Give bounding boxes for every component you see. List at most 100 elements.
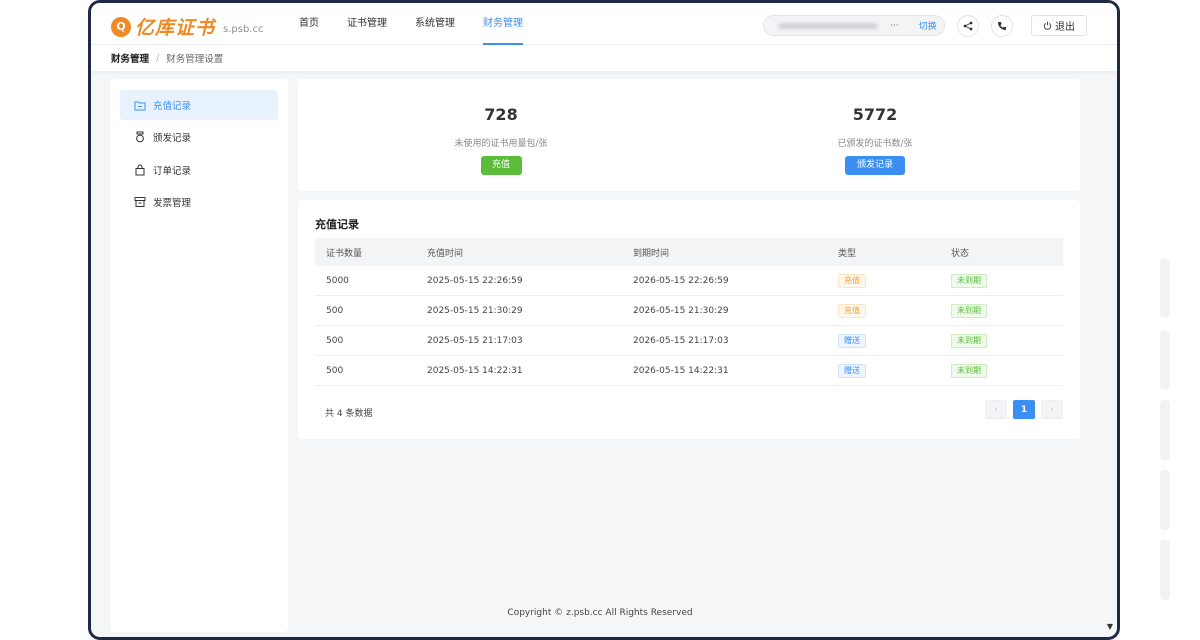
scroll-down-icon[interactable]: ▼ [1107,622,1113,631]
logo[interactable]: Q 亿库证书 s.psb.cc [111,13,263,40]
account-switcher[interactable]: ··· 切换 [763,15,945,36]
column-header: 充值时间 [427,248,464,259]
background-decoration [1160,258,1170,318]
cell-recharge-time: 2025-05-15 21:30:29 [427,305,523,316]
total-count: 共 4 条数据 [325,409,373,419]
stat-issued: 5772 已颁发的证书数/张 颁发记录 [775,79,975,175]
status-badge: 未到期 [951,303,987,318]
top-navbar: Q 亿库证书 s.psb.cc 首页 证书管理 系统管理 财务管理 ··· 切换 [91,3,1117,45]
sidebar-item-label: 发票管理 [153,198,192,209]
sidebar-item-order-records[interactable]: 订单记录 [120,155,278,185]
power-icon [1043,21,1052,30]
cell-recharge-time: 2025-05-15 21:17:03 [427,335,523,346]
stat-unused-label: 未使用的证书用量包/张 [454,139,548,149]
records-table: 证书数量 充值时间 到期时间 类型 状态 5000 2025-05-15 22:… [315,238,1063,386]
type-badge: 充值 [838,273,866,288]
logo-text: 亿库证书 [135,17,216,39]
logo-domain: s.psb.cc [223,23,264,35]
recharge-button[interactable]: 充值 [480,156,522,175]
nav-certificate-management[interactable]: 证书管理 [347,3,387,45]
status-badge: 未到期 [951,333,987,348]
footer-copyright: Copyright © z.psb.cc All Rights Reserved [507,608,693,618]
share-icon [963,21,973,31]
cell-quantity: 500 [326,335,344,346]
cell-type: 充值 [838,273,951,288]
cell-type: 充值 [838,303,951,318]
stat-unused-value: 728 [484,105,518,124]
cell-type: 赠送 [838,363,951,378]
table-row: 5000 2025-05-15 22:26:59 2026-05-15 22:2… [315,266,1063,296]
sidebar-item-label: 充值记录 [153,101,192,112]
phone-button[interactable] [991,15,1013,37]
nav-system-management[interactable]: 系统管理 [415,3,455,45]
background-decoration [1160,470,1170,530]
account-more: ··· [890,20,899,31]
type-badge: 赠送 [838,363,866,378]
stat-issued-value: 5772 [852,105,898,124]
issue-records-button[interactable]: 颁发记录 [845,156,905,175]
page-1-button[interactable]: 1 [1013,400,1035,419]
bag-icon [134,164,146,176]
column-header: 证书数量 [326,248,363,259]
stat-issued-label: 已颁发的证书数/张 [837,139,913,149]
cell-quantity: 500 [326,365,344,376]
stat-unused: 728 未使用的证书用量包/张 充值 [401,79,601,175]
logo-icon: Q [111,16,131,37]
switch-account-link[interactable]: 切换 [919,19,937,32]
sidebar-item-recharge-records[interactable]: 充值记录 [120,90,278,120]
background-decoration [1160,330,1170,390]
cell-status: 未到期 [951,363,1063,378]
breadcrumb-separator: / [156,52,160,64]
cell-recharge-time: 2025-05-15 14:22:31 [427,365,523,376]
stats-card: 728 未使用的证书用量包/张 充值 5772 已颁发的证书数/张 颁发记录 [298,79,1080,191]
column-header: 状态 [951,248,970,259]
table-header: 证书数量 充值时间 到期时间 类型 状态 [315,238,1063,266]
logout-label: 退出 [1055,22,1075,33]
sidebar-item-label: 颁发记录 [153,133,192,144]
invoice-icon [134,196,146,208]
cell-expire-time: 2026-05-15 21:17:03 [633,335,729,346]
cell-quantity: 5000 [326,275,349,286]
cell-quantity: 500 [326,305,344,316]
background-decoration [1160,400,1170,460]
app-window: Q 亿库证书 s.psb.cc 首页 证书管理 系统管理 财务管理 ··· 切换 [88,0,1120,640]
table-row: 500 2025-05-15 21:17:03 2026-05-15 21:17… [315,326,1063,356]
main-nav: 首页 证书管理 系统管理 财务管理 [299,3,551,45]
column-header: 到期时间 [633,248,670,259]
sidebar: 充值记录 颁发记录 订单记录 发票管理 [110,79,288,632]
column-header: 类型 [838,248,857,259]
breadcrumb-root[interactable]: 财务管理 [111,51,149,65]
sidebar-item-issue-records[interactable]: 颁发记录 [120,122,278,152]
sidebar-item-label: 订单记录 [153,166,192,177]
cell-status: 未到期 [951,273,1063,288]
type-badge: 赠送 [838,333,866,348]
prev-page-button[interactable]: ‹ [985,400,1007,419]
breadcrumb-current: 财务管理设置 [166,54,224,65]
cell-recharge-time: 2025-05-15 22:26:59 [427,275,523,286]
records-card: 充值记录 证书数量 充值时间 到期时间 类型 状态 5000 2025-05-1… [298,200,1080,439]
nav-home[interactable]: 首页 [299,3,319,45]
cell-status: 未到期 [951,333,1063,348]
type-badge: 充值 [838,303,866,318]
share-button[interactable] [957,15,979,37]
folder-icon [134,99,146,111]
sidebar-item-invoice-management[interactable]: 发票管理 [120,187,278,217]
cell-status: 未到期 [951,303,1063,318]
records-title: 充值记录 [315,218,359,231]
next-page-button[interactable]: › [1041,400,1063,419]
background-decoration [1160,540,1170,600]
table-row: 500 2025-05-15 21:30:29 2026-05-15 21:30… [315,296,1063,326]
status-badge: 未到期 [951,363,987,378]
logout-button[interactable]: 退出 [1031,15,1087,36]
breadcrumb: 财务管理 / 财务管理设置 [91,45,1117,71]
phone-icon [998,22,1006,30]
cell-expire-time: 2026-05-15 21:30:29 [633,305,729,316]
cell-type: 赠送 [838,333,951,348]
nav-finance-management[interactable]: 财务管理 [483,3,523,45]
table-row: 500 2025-05-15 14:22:31 2026-05-15 14:22… [315,356,1063,386]
medal-icon [134,131,146,143]
cell-expire-time: 2026-05-15 14:22:31 [633,365,729,376]
account-name-redacted [778,22,878,29]
status-badge: 未到期 [951,273,987,288]
cell-expire-time: 2026-05-15 22:26:59 [633,275,729,286]
